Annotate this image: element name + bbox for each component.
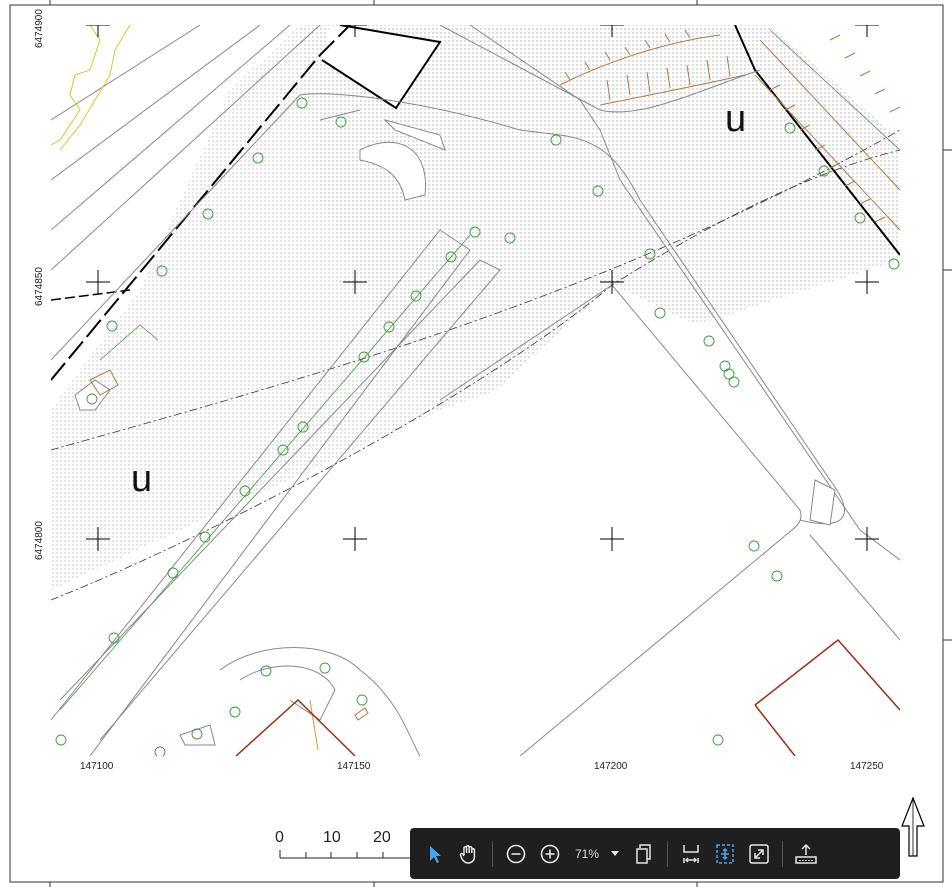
- zone-label: u: [725, 98, 747, 140]
- x-coord-label: 147200: [594, 761, 628, 772]
- hand-icon[interactable]: [452, 837, 486, 871]
- scale-label: 20: [373, 829, 391, 846]
- scale-label: 0: [275, 829, 284, 846]
- scale-bar: [279, 850, 410, 859]
- y-coord-label: 6474900: [34, 9, 45, 48]
- zoom-select[interactable]: 71%: [567, 847, 627, 861]
- x-coord-label: 147150: [337, 761, 371, 772]
- fullscreen-icon[interactable]: [742, 837, 776, 871]
- map-canvas[interactable]: [0, 0, 952, 887]
- zone-label: u: [131, 458, 153, 500]
- toolbar-separator: [667, 840, 669, 867]
- north-arrow-icon: [901, 796, 925, 857]
- fit-width-icon[interactable]: [674, 837, 708, 871]
- chevron-down-icon: [611, 851, 620, 856]
- copy-icon[interactable]: [627, 837, 661, 871]
- fit-page-icon[interactable]: [708, 837, 742, 871]
- y-coord-label: 6474800: [34, 521, 45, 560]
- scale-label: 10: [323, 829, 341, 846]
- map-content: [51, 25, 900, 756]
- y-coord-label: 6474850: [34, 267, 45, 306]
- toolbar-separator: [492, 840, 493, 867]
- pointer-icon[interactable]: [418, 837, 452, 871]
- export-icon[interactable]: [789, 837, 823, 871]
- x-coord-label: 147100: [80, 761, 114, 772]
- x-coord-label: 147250: [850, 761, 884, 772]
- zoom-value: 71%: [575, 846, 600, 861]
- toolbar-separator: [782, 840, 784, 867]
- zoom-in-icon[interactable]: [533, 837, 567, 871]
- zoom-out-icon[interactable]: [499, 837, 533, 871]
- viewer-toolbar: 71%: [410, 828, 900, 879]
